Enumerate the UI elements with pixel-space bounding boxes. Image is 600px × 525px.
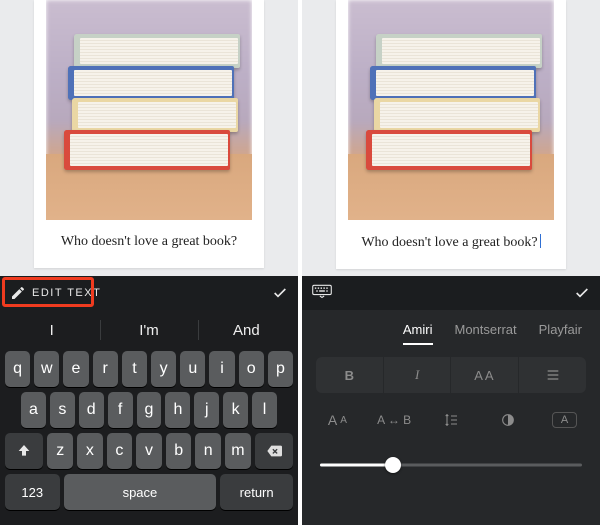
key-m[interactable]: m [225, 433, 251, 469]
key-l[interactable]: l [252, 392, 277, 428]
suggestion[interactable]: I [3, 314, 100, 346]
key-h[interactable]: h [165, 392, 190, 428]
uppercase-button[interactable]: AA [450, 357, 518, 393]
align-icon [545, 367, 561, 383]
key-row-2: asdfghjkl [3, 392, 295, 428]
text-box-button[interactable]: A [543, 412, 586, 428]
shift-icon [16, 443, 32, 459]
key-g[interactable]: g [137, 392, 162, 428]
line-height-icon [443, 412, 459, 428]
suggestion[interactable]: I'm [100, 314, 197, 346]
book-photo [348, 0, 554, 220]
pencil-icon [10, 285, 26, 301]
return-key[interactable]: return [220, 474, 293, 510]
key-t[interactable]: t [122, 351, 147, 387]
format-panel: Amiri Montserrat Playfair B I AA AA A ↔ B … [302, 310, 600, 525]
story-card[interactable]: Who doesn't love a great book? [336, 0, 566, 269]
italic-button[interactable]: I [383, 357, 451, 393]
format-toolbar [302, 276, 600, 310]
right-pane: Who doesn't love a great book? Amiri Mont… [302, 0, 600, 525]
key-j[interactable]: j [194, 392, 219, 428]
key-q[interactable]: q [5, 351, 30, 387]
key-x[interactable]: x [77, 433, 103, 469]
caption-text[interactable]: Who doesn't love a great book? [355, 220, 546, 269]
suggestion-bar: I I'm And [3, 314, 295, 346]
key-o[interactable]: o [239, 351, 264, 387]
confirm-button[interactable] [272, 285, 288, 301]
key-y[interactable]: y [151, 351, 176, 387]
check-icon [272, 285, 288, 301]
key-b[interactable]: b [166, 433, 192, 469]
font-picker: Amiri Montserrat Playfair [316, 320, 586, 345]
contrast-button[interactable] [486, 412, 529, 428]
line-height-button[interactable] [430, 412, 473, 428]
canvas-preview: Who doesn't love a great book? [302, 0, 600, 276]
key-z[interactable]: z [47, 433, 73, 469]
book-photo [46, 0, 252, 220]
space-key[interactable]: space [64, 474, 217, 510]
caption-text[interactable]: Who doesn't love a great book? [55, 220, 243, 268]
key-r[interactable]: r [93, 351, 118, 387]
key-row-1: qwertyuiop [3, 351, 295, 387]
size-slider[interactable] [316, 447, 586, 477]
key-p[interactable]: p [268, 351, 293, 387]
key-s[interactable]: s [50, 392, 75, 428]
check-icon [574, 285, 590, 301]
keyboard-icon [312, 284, 332, 298]
canvas-preview: Who doesn't love a great book? [0, 0, 298, 276]
font-option[interactable]: Playfair [539, 322, 582, 345]
keyboard: I I'm And qwertyuiop asdfghjkl zxcvbnm 1… [0, 310, 298, 525]
key-e[interactable]: e [63, 351, 88, 387]
key-row-4: 123 space return [3, 474, 295, 510]
key-a[interactable]: a [21, 392, 46, 428]
align-button[interactable] [518, 357, 586, 393]
backspace-icon [266, 443, 282, 459]
key-f[interactable]: f [108, 392, 133, 428]
key-row-3: zxcvbnm [3, 433, 295, 469]
story-card[interactable]: Who doesn't love a great book? [34, 0, 264, 268]
left-pane: Who doesn't love a great book? EDIT TEXT… [0, 0, 298, 525]
edit-toolbar: EDIT TEXT [0, 276, 298, 310]
contrast-icon [500, 412, 516, 428]
bold-button[interactable]: B [316, 357, 383, 393]
edit-text-label: EDIT TEXT [32, 287, 101, 299]
key-w[interactable]: w [34, 351, 59, 387]
key-n[interactable]: n [195, 433, 221, 469]
edit-text-button[interactable]: EDIT TEXT [10, 285, 101, 301]
key-c[interactable]: c [107, 433, 133, 469]
style-segment: B I AA [316, 357, 586, 393]
key-k[interactable]: k [223, 392, 248, 428]
key-u[interactable]: u [180, 351, 205, 387]
key-d[interactable]: d [79, 392, 104, 428]
font-option[interactable]: Amiri [403, 322, 433, 345]
key-i[interactable]: i [209, 351, 234, 387]
text-cursor [540, 234, 541, 248]
flip-text-button[interactable]: A ↔ B [373, 413, 416, 427]
font-option[interactable]: Montserrat [455, 322, 517, 345]
backspace-key[interactable] [255, 433, 293, 469]
text-tools-row: AA A ↔ B A [316, 405, 586, 435]
font-size-button[interactable]: AA [316, 412, 359, 428]
key-v[interactable]: v [136, 433, 162, 469]
suggestion[interactable]: And [198, 314, 295, 346]
confirm-button[interactable] [574, 285, 590, 301]
shift-key[interactable] [5, 433, 43, 469]
numbers-key[interactable]: 123 [5, 474, 60, 510]
dismiss-keyboard-button[interactable] [312, 284, 332, 303]
